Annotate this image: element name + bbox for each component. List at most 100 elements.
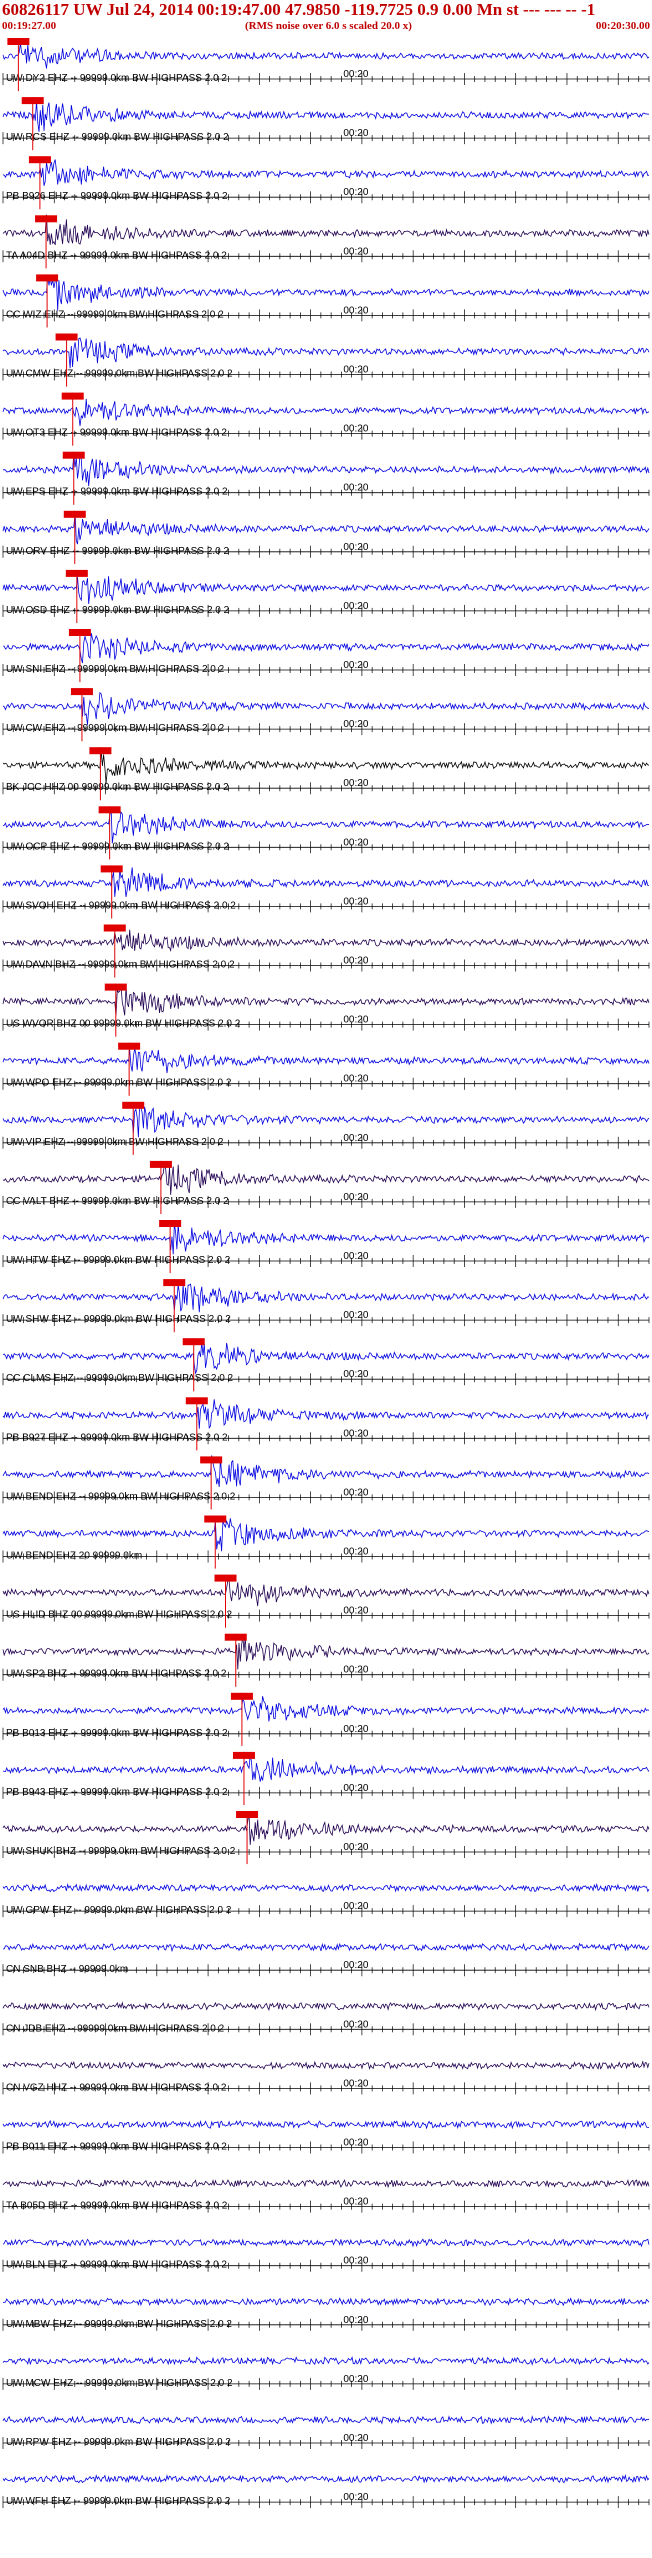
trace-row: 00:20 UW DAVN BHZ -- 99999.0km BW HIGHPAS… [2,924,650,978]
waveform [2,1283,650,1313]
tick-label: 00:20 [343,2256,368,2267]
tick-label: 00:20 [343,2138,368,2149]
waveform [2,1455,650,1487]
station-label: CN SNB BHZ -- 99999.0km [6,1964,128,1975]
waveform [2,337,650,369]
trace-row: 00:20 UW DY2 EHZ -- 99999.0km BW HIGHPASS… [2,38,650,92]
trace-row: 00:20 UW GPW EHZ -- 99999.0km BW HIGHPASS… [2,1883,650,1918]
trace-row: 00:20 PB B011 EHZ -- 99999.0km BW HIGHPAS… [2,2119,650,2154]
station-label: PB B011 EHZ -- 99999.0km BW HIGHPASS 2.0… [6,2142,227,2153]
trace-row: 00:20 UW CW EHZ -- 99999.0km BW HIGHPASS … [2,688,650,742]
waveform [2,867,650,897]
trace-row: 00:20 PB B927 EHZ -- 99999.0km BW HIGHPAS… [2,1397,650,1451]
tick-label: 00:20 [343,1842,368,1853]
tick-label: 00:20 [343,896,368,907]
waveform [2,43,650,69]
tick-label: 00:20 [343,187,368,198]
waveform [2,276,650,311]
tick-label: 00:20 [343,1665,368,1676]
station-label: UW RCS EHZ -- 99999.0km BW HIGHPASS 2.0 … [6,132,229,143]
tick-label: 00:20 [343,1192,368,1203]
trace-row: 00:20 UW SNI EHZ -- 99999.0km BW HIGHPASS… [2,629,650,683]
tick-label: 00:20 [343,246,368,257]
trace-row: 00:20 UW RCS EHZ -- 99999.0km BW HIGHPASS… [2,97,650,151]
tick-label: 00:20 [343,719,368,730]
tick-label: 00:20 [343,1487,368,1498]
plot-header: 60826117 UW Jul 24, 2014 00:19:47.00 47.… [0,0,652,34]
station-label: TA A04D BHZ -- 99999.0km BW HIGHPASS 2.0… [6,250,227,261]
tick-label: 00:20 [343,1724,368,1735]
trace-row: 00:20 UW OT3 EHZ -- 99999.0km BW HIGHPASS… [2,392,650,446]
station-label: PB B013 EHZ -- 99999.0km BW HIGHPASS 2.0… [6,1728,228,1739]
station-label: UW SVOH EHZ -- 99999.0km BW HIGHPASS 2.0… [6,900,236,911]
rms-noise-note: (RMS noise over 6.0 s scaled 20.0 x) [245,20,412,32]
trace-row: 00:20 CN VGZ HHZ -- 99999.0km BW HIGHPASS… [2,2060,650,2095]
waveform [2,1162,650,1195]
station-label: UW VIP EHZ -- 99999.0km BW HIGHPASS 2.0 … [6,1137,224,1148]
station-label: UW BLN EHZ -- 99999.0km BW HIGHPASS 2.0 … [6,2260,227,2271]
trace-row: 00:20 PB B013 EHZ -- 99999.0km BW HIGHPAS… [2,1692,650,1746]
trace-row: 00:20 UW RPW EHZ -- 99999.0km BW HIGHPASS… [2,2415,650,2449]
trace-row: 00:20 PB B943 EHZ -- 99999.0km BW HIGHPAS… [2,1751,650,1805]
station-label: UW WPO EHZ -- 99999.0km BW HIGHPASS 2.0 … [6,1078,232,1089]
station-label: CC VALT BHZ -- 99999.0km BW HIGHPASS 2.0… [6,1196,229,1207]
waveform [2,2179,650,2189]
tick-label: 00:20 [343,2197,368,2208]
station-label: UW SP2 BHZ -- 99999.0km BW HIGHPASS 2.0 … [6,1669,227,1680]
waveform [2,2001,650,2012]
waveform [2,576,650,605]
trace-row: 00:20 UW OSD EHZ -- 99999.0km BW HIGHPASS… [2,569,650,623]
tick-label: 00:20 [343,2374,368,2385]
waveform [2,1342,650,1375]
tick-label: 00:20 [343,305,368,316]
trace-row: 00:20 UW MCW EHZ -- 99999.0km BW HIGHPASS… [2,2356,650,2390]
trace-row: 00:20 CC WIZ EHZ -- 99999.0km BW HIGHPASS… [2,274,650,328]
tick-label: 00:20 [343,69,368,80]
waveform [2,929,650,952]
station-label: UW EPS EHZ -- 99999.0km BW HIGHPASS 2.0 … [6,487,228,498]
tick-label: 00:20 [343,1133,368,1144]
station-label: UW OCP EHZ -- 99999.0km BW HIGHPASS 2.0 … [6,841,229,852]
waveform [2,1942,650,1953]
waveform [2,1048,650,1074]
station-label: UW WFH EHZ -- 99999.0km BW HIGHPASS 2.0 … [6,2496,231,2507]
waveform [2,1812,650,1845]
trace-row: 00:20 BK JCC HHZ 00 99999.0km BW HIGHPASS… [2,747,650,801]
end-time-label: 00:20:30.00 [595,20,650,32]
tick-label: 00:20 [343,483,368,494]
station-label: PB B927 EHZ -- 99999.0km BW HIGHPASS 2.0… [6,1432,228,1443]
waveform [2,1755,650,1782]
tick-label: 00:20 [343,837,368,848]
tick-label: 00:20 [343,601,368,612]
trace-row: 00:20 US HLID BHZ 00 99999.0km BW HIGHPAS… [2,1574,650,1628]
seismogram-plot: 00:20 UW DY2 EHZ -- 99999.0km BW HIGHPASS… [2,38,650,2509]
station-label: PB B926 EHZ -- 99999.0km BW HIGHPASS 2.0… [6,191,228,202]
station-label: CN JDB EHZ -- 99999.0km BW HIGHPASS 2.0 … [6,2023,225,2034]
station-label: UW HTW EHZ -- 99999.0km BW HIGHPASS 2.0 … [6,1255,231,1266]
waveform [2,2356,650,2366]
tick-label: 00:20 [343,1547,368,1558]
trace-row: 00:20 PB B926 EHZ -- 99999.0km BW HIGHPAS… [2,156,650,210]
waveform [2,214,650,246]
station-label: UW MCW EHZ -- 99999.0km BW HIGHPASS 2.0 … [6,2378,233,2389]
tick-label: 00:20 [343,1251,368,1262]
station-label: CC CLMS EHZ -- 99999.0km BW HIGHPASS 2.0… [6,1373,234,1384]
station-label: UW RPW EHZ -- 99999.0km BW HIGHPASS 2.0 … [6,2437,231,2448]
waveform [2,2060,650,2071]
waveform [2,1399,650,1430]
trace-row: 00:20 UW SVOH EHZ -- 99999.0km BW HIGHPAS… [2,865,650,919]
tick-label: 00:20 [343,542,368,553]
waveform [2,159,650,186]
tick-label: 00:20 [343,2078,368,2089]
trace-row: 00:20 UW SP2 BHZ -- 99999.0km BW HIGHPASS… [2,1633,650,1687]
trace-row: 00:20 UW BLN EHZ -- 99999.0km BW HIGHPASS… [2,2238,650,2272]
waveform [2,1696,650,1722]
trace-row: 00:20 UW ORV EHZ -- 99999.0km BW HIGHPASS… [2,510,650,564]
trace-row: 00:20 UW WPO EHZ -- 99999.0km BW HIGHPASS… [2,1042,650,1096]
tick-label: 00:20 [343,1960,368,1971]
trace-row: 00:20 UW BEND EHZ 20 99999.0km [2,1515,650,1569]
start-time-label: 00:19:27.00 [2,20,57,32]
waveform [2,2415,650,2425]
waveform [2,100,650,132]
trace-row: 00:20 TA B05D BHZ -- 99999.0km BW HIGHPAS… [2,2179,650,2213]
